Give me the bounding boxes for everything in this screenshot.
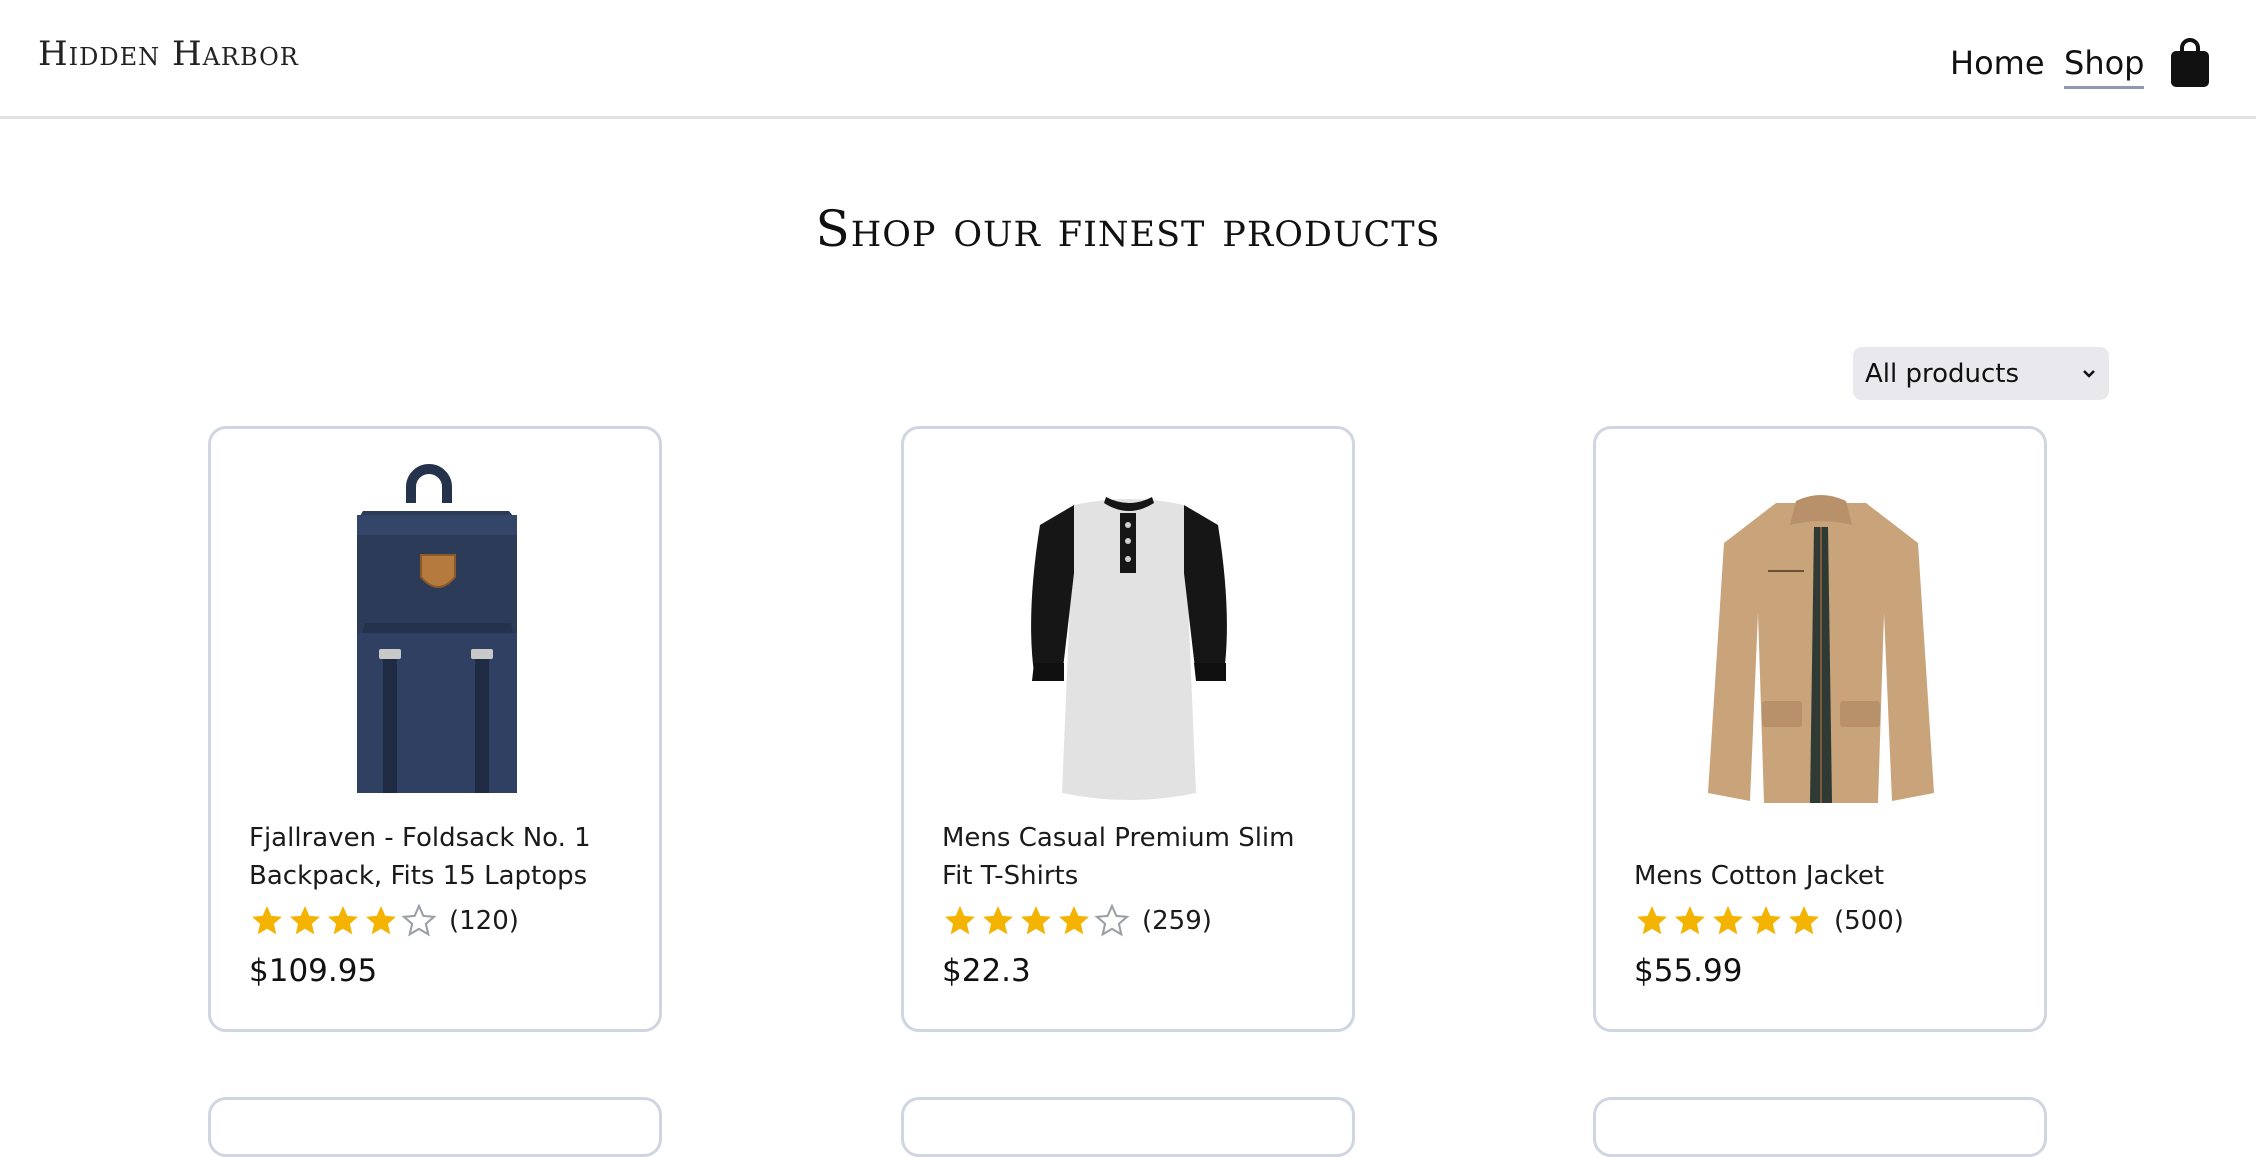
product-card[interactable]: Mens Casual Premium Slim Fit T-Shirts (2… — [901, 426, 1355, 1032]
filter-selected-value: All products — [1865, 358, 2020, 389]
star-filled-icon — [1059, 906, 1089, 935]
rating-count: (259) — [1142, 906, 1212, 936]
site-header: Hidden Harbor Home Shop — [0, 0, 2256, 119]
product-price: $55.99 — [1634, 953, 1743, 989]
star-filled-icon — [252, 906, 282, 935]
star-filled-icon — [290, 906, 320, 935]
star-empty-icon — [401, 903, 437, 937]
star-filled-icon — [945, 906, 975, 935]
star-filled-icon — [1637, 906, 1667, 935]
star-filled-icon — [983, 906, 1013, 935]
star-filled-icon — [1713, 906, 1743, 935]
nav-home-link[interactable]: Home — [1950, 44, 2045, 82]
product-card[interactable]: Fjallraven - Foldsack No. 1 Backpack, Fi… — [208, 426, 662, 1032]
product-info: Mens Cotton Jacket (500) $55.99 — [1634, 857, 2014, 989]
product-image-jacket[interactable] — [1656, 463, 1986, 803]
product-price: $22.3 — [942, 953, 1031, 989]
product-price: $109.95 — [249, 953, 378, 989]
star-filled-icon — [328, 906, 358, 935]
product-rating: (259) — [942, 901, 1322, 941]
nav-shop-link[interactable]: Shop — [2064, 44, 2145, 89]
star-filled-icon — [1021, 906, 1051, 935]
product-name[interactable]: Mens Cotton Jacket — [1634, 857, 2014, 895]
chevron-down-icon — [2083, 369, 2095, 378]
shopping-bag-icon[interactable] — [2170, 38, 2210, 88]
star-filled-icon — [1675, 906, 1705, 935]
product-rating: (500) — [1634, 901, 2014, 941]
product-image-backpack[interactable] — [271, 463, 601, 803]
product-card-partial[interactable] — [901, 1097, 1355, 1157]
star-filled-icon — [1751, 906, 1781, 935]
product-image-tshirt[interactable] — [964, 463, 1294, 803]
rating-count: (120) — [449, 906, 519, 936]
product-name[interactable]: Mens Casual Premium Slim Fit T-Shirts — [942, 819, 1322, 895]
product-name[interactable]: Fjallraven - Foldsack No. 1 Backpack, Fi… — [249, 819, 629, 895]
product-card-partial[interactable] — [1593, 1097, 2047, 1157]
category-filter-select[interactable]: All products — [1853, 347, 2109, 400]
star-filled-icon — [366, 906, 396, 935]
product-card[interactable]: Mens Cotton Jacket (500) $55.99 — [1593, 426, 2047, 1032]
product-rating: (120) — [249, 901, 629, 941]
star-filled-icon — [1789, 906, 1819, 935]
product-info: Mens Casual Premium Slim Fit T-Shirts (2… — [942, 819, 1322, 989]
star-empty-icon — [1094, 903, 1130, 937]
page-title: Shop our finest products — [815, 200, 1441, 258]
brand-logo[interactable]: Hidden Harbor — [38, 34, 299, 74]
product-card-partial[interactable] — [208, 1097, 662, 1157]
product-info: Fjallraven - Foldsack No. 1 Backpack, Fi… — [249, 819, 629, 989]
rating-count: (500) — [1834, 906, 1904, 936]
